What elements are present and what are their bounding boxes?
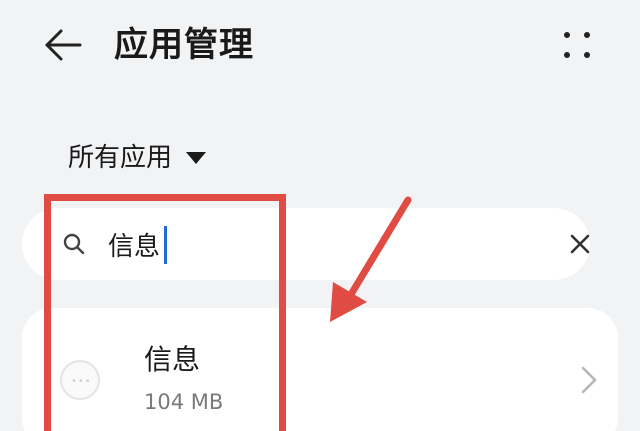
back-button[interactable] (40, 22, 86, 68)
search-input[interactable] (108, 224, 528, 264)
more-dot (584, 52, 590, 58)
chevron-right-icon (581, 366, 597, 394)
app-size: 104 MB (144, 390, 224, 414)
search-bar (22, 208, 590, 280)
more-dots-icon (564, 32, 570, 38)
app-list: ••• 信息 104 MB (22, 308, 618, 431)
ellipsis-glyph: ••• (71, 376, 92, 387)
page-title: 应用管理 (114, 25, 254, 65)
list-item[interactable]: ••• 信息 104 MB (22, 308, 618, 431)
more-dot (564, 52, 570, 58)
more-options-button[interactable] (556, 24, 598, 66)
caret-down-icon (186, 152, 207, 164)
messages-app-icon: ••• (60, 360, 100, 400)
search-icon (63, 233, 85, 255)
close-icon[interactable] (566, 230, 594, 258)
app-filter-dropdown[interactable]: 所有应用 (68, 138, 207, 178)
app-management-screen: 应用管理 所有应用 ••• 信息 104 MB (0, 0, 640, 431)
text-cursor (164, 226, 167, 264)
arrow-left-icon (45, 29, 82, 61)
app-name: 信息 (144, 343, 201, 376)
app-filter-label: 所有应用 (68, 143, 173, 173)
more-dot (584, 32, 590, 38)
